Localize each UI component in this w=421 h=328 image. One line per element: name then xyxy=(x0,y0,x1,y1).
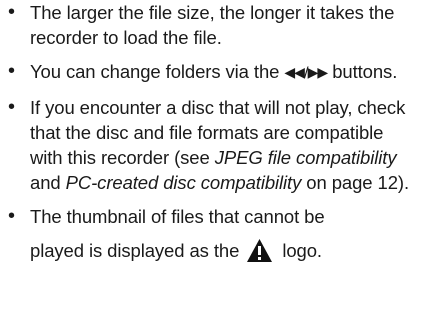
note-text-after-icon: logo. xyxy=(282,240,322,261)
bullet: • xyxy=(8,205,15,227)
note-thumbnail: • The thumbnail of files that cannot be … xyxy=(6,204,418,265)
note-change-folders: • You can change folders via the ◀◀/▶▶ b… xyxy=(6,59,418,86)
note-text-page: on page 12). xyxy=(301,172,409,193)
reference-pc-disc-compatibility: PC-created disc compatibility xyxy=(65,172,302,193)
bullet: • xyxy=(8,60,15,82)
note-disc-compatibility: • If you encounter a disc that will not … xyxy=(6,95,418,195)
skip-arrows-icon: ◀◀/▶▶ xyxy=(284,65,328,81)
note-text: The larger the file size, the longer it … xyxy=(30,2,395,48)
reference-jpeg-compatibility: JPEG file compatibility xyxy=(214,147,397,168)
note-text-before-icon: played is displayed as the xyxy=(30,240,240,261)
note-text-end: buttons. xyxy=(327,61,398,82)
bullet: • xyxy=(8,96,15,118)
warning-triangle-icon xyxy=(246,238,273,263)
note-text-line2: played is displayed as the logo. xyxy=(30,237,418,265)
bullet: • xyxy=(8,1,15,23)
notes-list: • The larger the file size, the longer i… xyxy=(6,0,418,274)
note-text-and: and xyxy=(30,172,66,193)
note-text: You can change folders via the xyxy=(30,61,285,82)
note-text: The thumbnail of files that cannot be xyxy=(30,206,325,227)
note-file-size: • The larger the file size, the longer i… xyxy=(6,0,418,50)
